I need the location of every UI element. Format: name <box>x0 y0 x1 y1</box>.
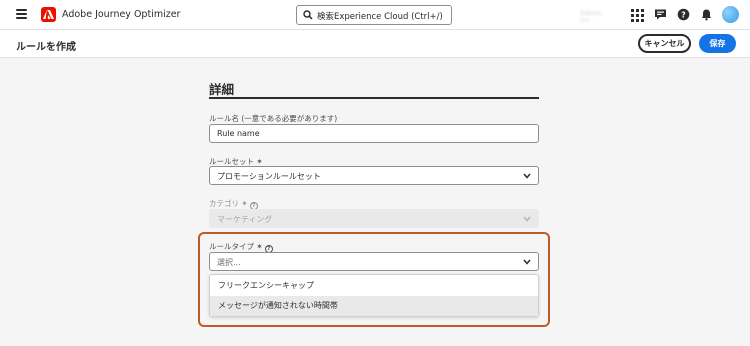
rule-name-value: Rule name <box>217 129 260 138</box>
top-bar: Adobe Journey Optimizer 検索Experience Clo… <box>0 0 750 30</box>
page-header: ルールを作成 キャンセル 保存 <box>0 30 750 58</box>
category-value: マーケティング <box>217 215 273 224</box>
chat-icon[interactable] <box>654 8 667 21</box>
dropdown-option-quiet-hours[interactable]: メッセージが通知されない時間帯 <box>210 296 538 316</box>
rule-type-select[interactable]: 選択... <box>209 252 539 271</box>
apps-grid-icon[interactable] <box>631 9 644 22</box>
search-placeholder: 検索Experience Cloud (Ctrl+/) <box>317 12 443 22</box>
category-select: マーケティング <box>209 209 539 228</box>
rule-name-label: ルール名 (一意である必要があります) <box>209 114 338 123</box>
help-icon[interactable]: ? <box>677 8 690 21</box>
org-name[interactable]: Adobe, Inc <box>580 10 616 24</box>
search-input[interactable]: 検索Experience Cloud (Ctrl+/) <box>296 5 452 25</box>
adobe-logo-icon[interactable] <box>41 7 56 22</box>
page-title: ルールを作成 <box>16 42 76 53</box>
chevron-down-icon <box>523 216 531 222</box>
avatar[interactable] <box>722 6 739 23</box>
rule-type-dropdown: フリークエンシーキャップ メッセージが通知されない時間帯 <box>209 274 539 317</box>
search-icon <box>303 10 313 20</box>
rule-set-select[interactable]: プロモーションルールセット <box>209 166 539 185</box>
bell-icon[interactable] <box>700 8 713 21</box>
chevron-down-icon <box>523 173 531 179</box>
svg-text:?: ? <box>681 10 686 19</box>
rule-set-value: プロモーションルールセット <box>217 172 321 181</box>
app-name[interactable]: Adobe Journey Optimizer <box>62 9 180 20</box>
rule-name-field[interactable]: Rule name <box>209 124 539 143</box>
cancel-button[interactable]: キャンセル <box>638 34 691 53</box>
rule-type-placeholder: 選択... <box>217 258 241 267</box>
chevron-down-icon <box>523 259 531 265</box>
save-button[interactable]: 保存 <box>699 34 736 53</box>
section-title: 詳細 <box>209 82 235 97</box>
section-divider <box>209 97 539 99</box>
dropdown-option-frequency-cap[interactable]: フリークエンシーキャップ <box>210 276 538 296</box>
menu-icon[interactable] <box>16 9 27 19</box>
